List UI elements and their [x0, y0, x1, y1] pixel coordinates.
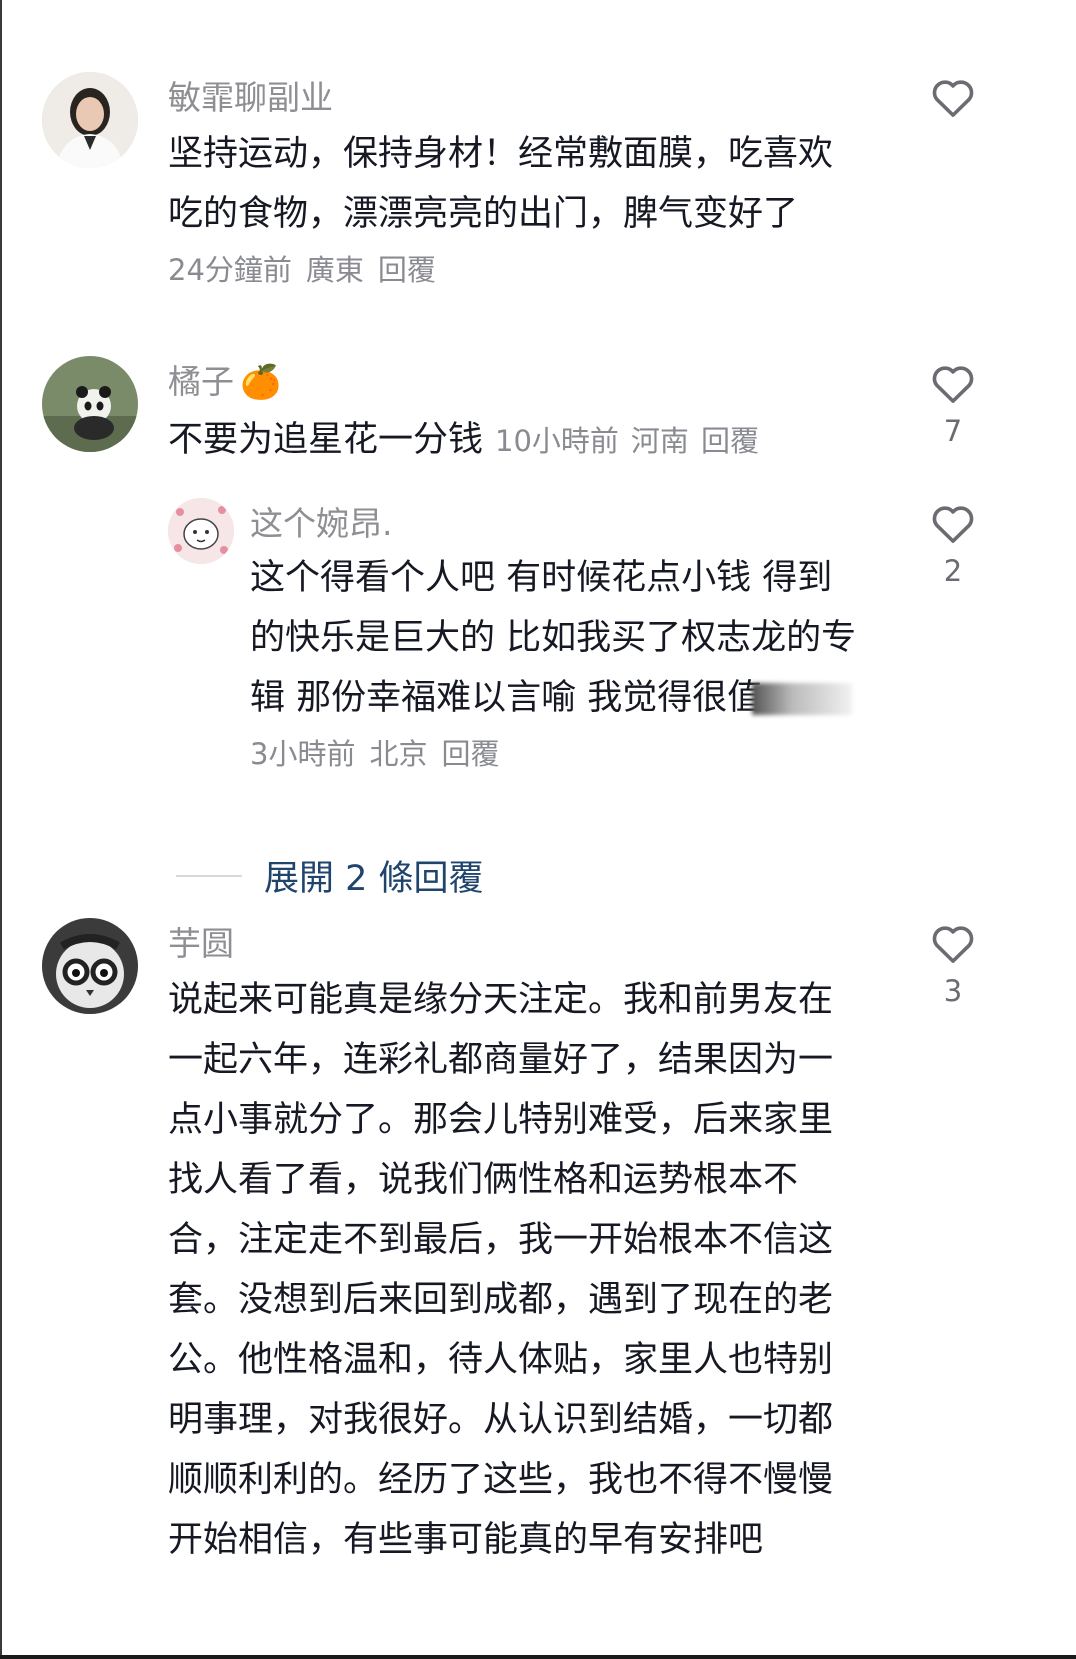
like-button[interactable] [928, 76, 978, 118]
like-button[interactable]: 7 [928, 362, 978, 448]
expand-replies[interactable]: 展開 2 條回覆 [176, 850, 484, 901]
heart-outline-icon [932, 366, 974, 403]
left-border [0, 0, 2, 1659]
like-count: 7 [943, 414, 963, 448]
avatar[interactable] [42, 356, 138, 452]
heart-outline-icon [932, 506, 974, 543]
avatar[interactable] [42, 72, 138, 168]
reply-button[interactable]: 回覆 [701, 424, 759, 458]
expand-replies-label[interactable]: 展開 2 條回覆 [264, 859, 484, 899]
comment-time: 24分鐘前 [168, 253, 292, 287]
reply-username[interactable]: 这个婉昂. [250, 504, 393, 544]
reply-button[interactable]: 回覆 [441, 737, 499, 771]
avatar[interactable] [168, 498, 234, 564]
comment-meta: 24分鐘前 廣東 回覆 [168, 252, 450, 288]
comment-text: 坚持运动，保持身材！经常敷面膜，吃喜欢 吃的食物，漂漂亮亮的出门，脾气变好了 [168, 134, 834, 234]
reply-time: 3小時前 [250, 737, 356, 771]
comment-location: 河南 [630, 424, 689, 458]
like-button[interactable]: 3 [928, 922, 978, 1008]
comment-text: 不要为追星花一分钱 10小時前 河南 回覆 [168, 410, 771, 471]
reply-text: 这个得看个人吧 有时候花点小钱 得到 的快乐是巨大的 比如我买了权志龙的专 辑 … [250, 558, 857, 718]
reply-meta: 3小時前 北京 回覆 [250, 736, 513, 772]
orange-emoji: 🍊 [240, 362, 282, 401]
like-button[interactable]: 2 [928, 502, 978, 588]
blurred-text [752, 683, 853, 715]
comment-time: 10小時前 [495, 424, 619, 458]
reply-location: 北京 [369, 737, 428, 771]
comment-username[interactable]: 敏霏聊副业 [168, 78, 333, 118]
avatar[interactable] [42, 918, 138, 1014]
like-count: 3 [943, 974, 963, 1008]
reply-button[interactable]: 回覆 [378, 253, 436, 287]
comment-username[interactable]: 橘子 🍊 [168, 362, 281, 402]
heart-outline-icon [932, 926, 974, 963]
bottom-border [0, 1655, 1076, 1659]
heart-outline-icon [932, 80, 974, 117]
like-count: 2 [943, 554, 963, 588]
comment-location: 廣東 [305, 253, 364, 287]
divider [176, 874, 242, 877]
comment-username[interactable]: 芋圆 [168, 924, 234, 964]
comment-text: 说起来可能真是缘分天注定。我和前男友在 一起六年，连彩礼都商量好了，结果因为一 … [168, 980, 834, 1560]
comment-meta: 10小時前 河南 回覆 [495, 424, 771, 458]
